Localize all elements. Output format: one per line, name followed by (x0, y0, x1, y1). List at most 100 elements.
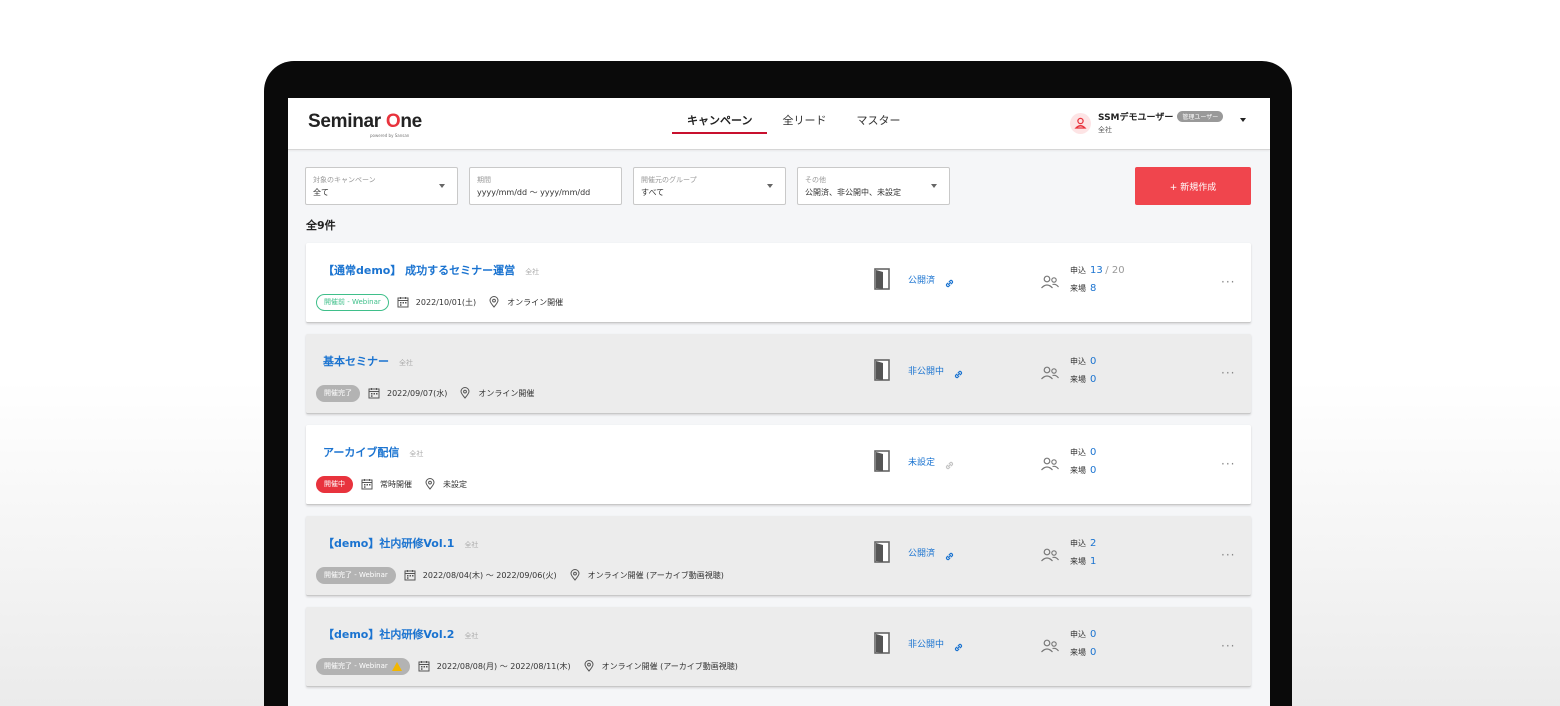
publish-status-link[interactable]: 公開済 (908, 273, 935, 286)
campaign-title[interactable]: 【demo】社内研修Vol.2 (323, 628, 454, 641)
publish-status-link[interactable]: 未設定 (908, 455, 935, 468)
campaign-title[interactable]: 基本セミナー (323, 355, 389, 368)
campaign-title-row[interactable]: 基本セミナー 全社 (323, 353, 413, 369)
location-pin-icon (569, 569, 581, 581)
attended-count[interactable]: 8 (1090, 283, 1096, 294)
campaign-group-tag: 全社 (399, 359, 413, 367)
attended-label: 来場 (1070, 284, 1086, 293)
caret-down-icon (931, 184, 937, 188)
period-filter-input[interactable]: 期間 yyyy/mm/dd 〜 yyyy/mm/dd (469, 167, 622, 205)
caret-down-icon (767, 184, 773, 188)
link-icon[interactable] (953, 365, 964, 378)
door-icon (872, 267, 892, 291)
filter-label: 対象のキャンペーン (313, 176, 376, 184)
more-options-icon[interactable]: ··· (1221, 458, 1235, 470)
link-icon[interactable] (944, 274, 955, 287)
location-pin-icon (488, 296, 500, 308)
attended-label: 来場 (1070, 375, 1086, 384)
attended-count-row: 来場 1 (1070, 556, 1096, 567)
logo-text-rest: ne (400, 111, 422, 132)
more-options-icon[interactable]: ··· (1221, 276, 1235, 288)
attended-count-row: 来場 0 (1070, 647, 1096, 658)
attended-count[interactable]: 0 (1090, 465, 1096, 476)
event-date: 常時開催 (380, 479, 412, 489)
applied-label: 申込 (1070, 266, 1086, 275)
campaign-card[interactable]: 【demo】社内研修Vol.1 全社 開催完了 - Webinar 2022/08/0… (306, 516, 1251, 596)
campaign-title[interactable]: 【通常demo】 成功するセミナー運営 (323, 264, 515, 277)
campaign-title-row[interactable]: アーカイブ配信 全社 (323, 444, 423, 460)
event-location: オンライン開催 (アーカイブ動画視聴) (587, 570, 724, 580)
publish-status: 未設定 (872, 449, 955, 473)
people-icon (1040, 638, 1060, 654)
filter-value: 全て (313, 188, 329, 197)
attended-count[interactable]: 0 (1090, 647, 1096, 658)
link-icon[interactable] (953, 638, 964, 651)
status-label: 開催中 (324, 479, 345, 488)
status-badge: 開催完了 - Webinar (316, 657, 410, 675)
applied-count[interactable]: 0 (1090, 447, 1096, 458)
create-new-button[interactable]: + 新規作成 (1135, 167, 1251, 205)
filter-value: すべて (641, 188, 665, 197)
filter-value: 公開済、非公開中、未設定 (805, 188, 901, 197)
top-navigation-bar: Seminar One powered by Sansan キャンペーン 全リー… (288, 98, 1270, 150)
nav-item-all-leads[interactable]: 全リード (767, 98, 841, 136)
filter-value: yyyy/mm/dd 〜 yyyy/mm/dd (477, 188, 591, 197)
publish-status-link[interactable]: 非公開中 (908, 364, 944, 377)
campaign-title-row[interactable]: 【通常demo】 成功するセミナー運営 全社 (323, 262, 539, 278)
publish-status-link[interactable]: 公開済 (908, 546, 935, 559)
applied-count[interactable]: 0 (1090, 629, 1096, 640)
status-badge: 開催中 (316, 475, 353, 493)
campaign-card[interactable]: アーカイブ配信 全社 開催中 常時開催 未設定 未設定 申込 0 来場 0 ··· (306, 425, 1251, 505)
more-options-icon[interactable]: ··· (1221, 640, 1235, 652)
applied-label: 申込 (1070, 630, 1086, 639)
attended-count-row: 来場 0 (1070, 374, 1096, 385)
campaign-meta: 開催完了 - Webinar 2022/08/08(月) 〜 2022/08/11… (316, 657, 738, 675)
other-filter-select[interactable]: その他 公開済、非公開中、未設定 (797, 167, 950, 205)
location-pin-icon (583, 660, 595, 672)
campaign-group-tag: 全社 (464, 541, 479, 549)
calendar-icon (368, 387, 380, 399)
more-options-icon[interactable]: ··· (1221, 367, 1235, 379)
warning-icon (391, 661, 402, 671)
campaign-card[interactable]: 基本セミナー 全社 開催完了 2022/09/07(水) オンライン開催 非公開中 申込 0 … (306, 334, 1251, 414)
campaign-title-row[interactable]: 【demo】社内研修Vol.1 全社 (323, 535, 478, 551)
nav-item-campaigns[interactable]: キャンペーン (672, 98, 768, 136)
campaign-card[interactable]: 【demo】社内研修Vol.2 全社開催完了 - Webinar 2022/08/0… (306, 607, 1251, 687)
campaign-meta: 開催中 常時開催 未設定 (316, 475, 467, 493)
campaign-title[interactable]: アーカイブ配信 (323, 446, 399, 459)
campaign-meta: 開催完了 2022/09/07(水) オンライン開催 (316, 384, 534, 402)
campaign-filter-select[interactable]: 対象のキャンペーン 全て (305, 167, 458, 205)
publish-status: 公開済 (872, 267, 955, 291)
attended-count[interactable]: 1 (1090, 556, 1096, 567)
campaign-group-tag: 全社 (525, 268, 540, 276)
user-icon (1070, 113, 1091, 134)
campaign-title[interactable]: 【demo】社内研修Vol.1 (323, 537, 454, 550)
applied-count[interactable]: 13 (1090, 265, 1103, 276)
attended-count[interactable]: 0 (1090, 374, 1096, 385)
event-location: オンライン開催 (アーカイブ動画視聴) (601, 661, 738, 671)
applied-count[interactable]: 0 (1090, 356, 1096, 367)
door-icon (872, 358, 892, 382)
applied-count-row: 申込 0 (1070, 447, 1096, 458)
filter-label: 開催元のグループ (641, 176, 697, 184)
publish-status: 公開済 (872, 540, 955, 564)
user-menu[interactable]: SSMデモユーザー 管理ユーザー 全社 (1070, 110, 1255, 140)
campaign-card[interactable]: 【通常demo】 成功するセミナー運営 全社 開催前 - Webinar 2022/1… (306, 243, 1251, 323)
status-badge: 開催完了 - Webinar (316, 566, 396, 584)
more-options-icon[interactable]: ··· (1221, 549, 1235, 561)
applied-count[interactable]: 2 (1090, 538, 1096, 549)
link-icon[interactable] (944, 547, 955, 560)
link-icon (944, 456, 955, 469)
publish-status-link[interactable]: 非公開中 (908, 637, 944, 650)
logo-text: Seminar (308, 111, 386, 132)
chevron-down-icon[interactable] (1240, 118, 1246, 122)
people-icon (1040, 547, 1060, 563)
seminar-one-logo[interactable]: Seminar One powered by Sansan (308, 111, 422, 138)
event-location: オンライン開催 (478, 388, 535, 398)
status-label: 開催完了 - Webinar (324, 570, 388, 579)
campaign-title-row[interactable]: 【demo】社内研修Vol.2 全社 (323, 626, 478, 642)
door-icon (872, 631, 892, 655)
nav-item-master[interactable]: マスター (841, 98, 915, 136)
status-label: 開催完了 - Webinar (324, 661, 388, 670)
group-filter-select[interactable]: 開催元のグループ すべて (633, 167, 786, 205)
